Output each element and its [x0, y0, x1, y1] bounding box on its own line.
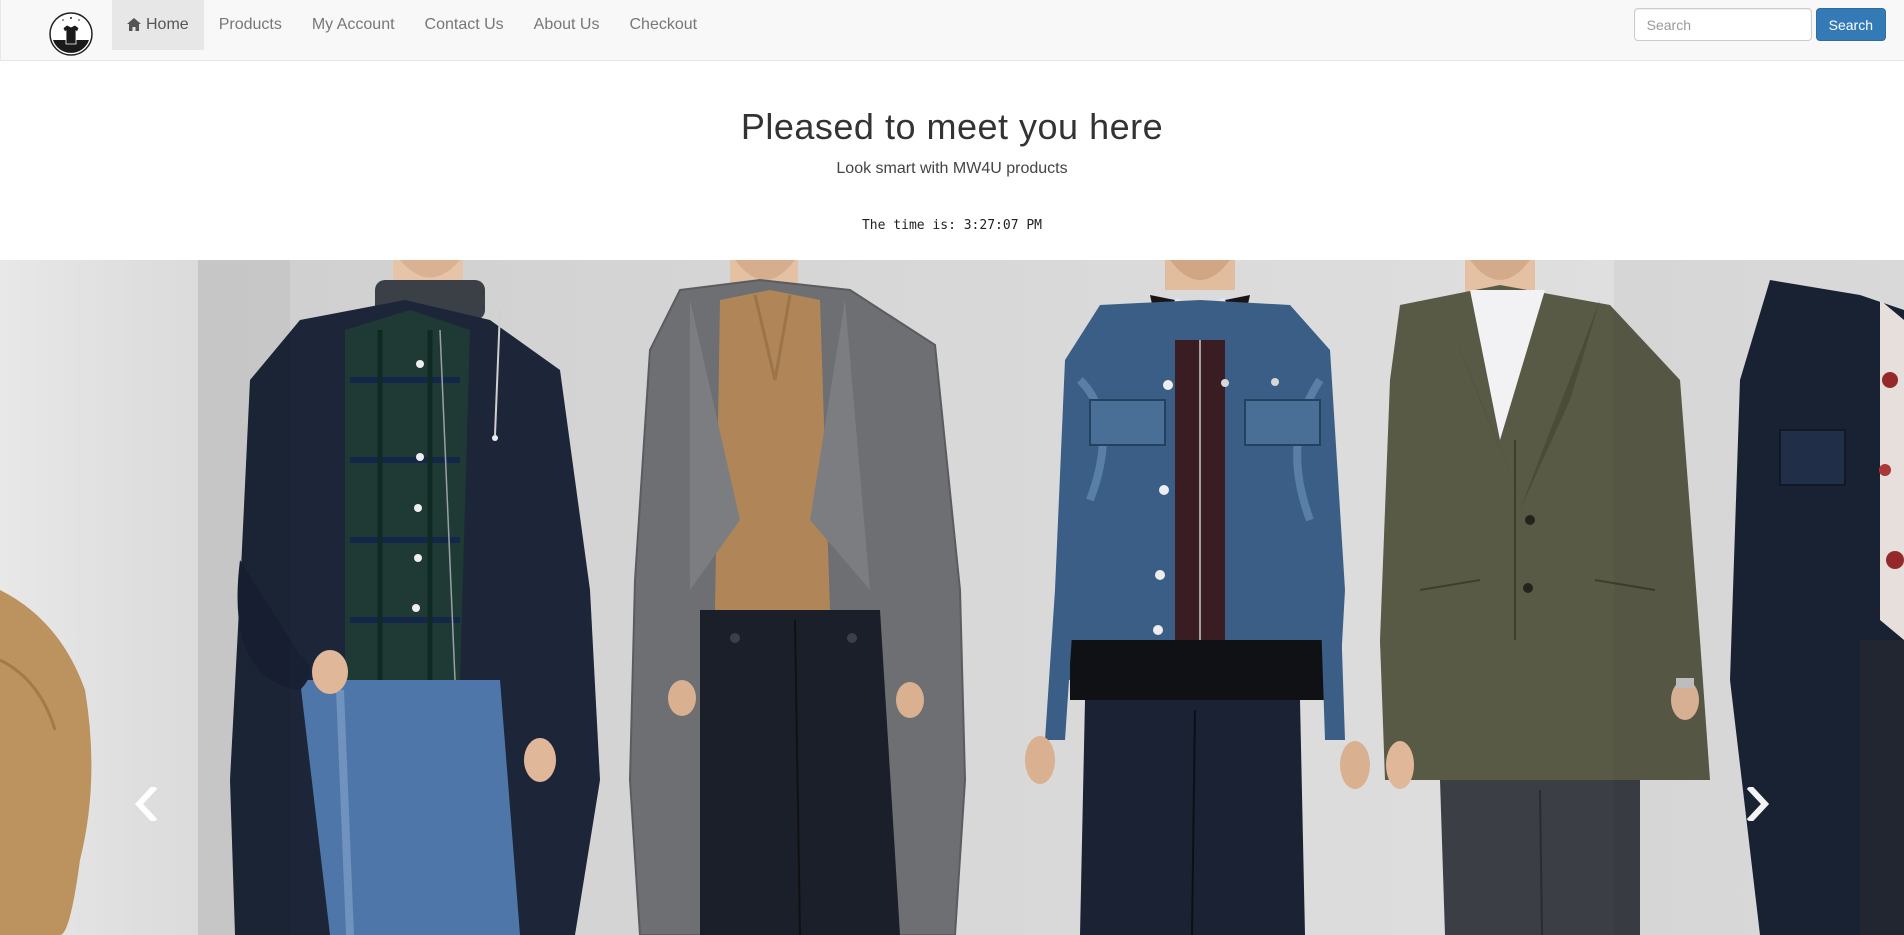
- nav-home-label: Home: [146, 16, 189, 33]
- nav-products[interactable]: Products: [204, 0, 297, 50]
- main-nav: Home Products My Account Contact Us Abou…: [112, 0, 712, 50]
- search-button[interactable]: Search: [1815, 8, 1886, 41]
- nav-my-account-label: My Account: [311, 16, 395, 33]
- clock-text: The time is: 3:27:07 PM: [861, 218, 1042, 233]
- nav-checkout[interactable]: Checkout: [614, 0, 712, 50]
- nav-checkout-label: Checkout: [629, 16, 698, 33]
- nav-products-label: Products: [218, 16, 282, 33]
- home-icon: [127, 17, 141, 31]
- brand-logo[interactable]: [49, 12, 93, 56]
- nav-my-account[interactable]: My Account: [297, 0, 410, 50]
- top-navbar: Home Products My Account Contact Us Abou…: [0, 0, 1904, 61]
- nav-contact-us-label: Contact Us: [424, 16, 504, 33]
- nav-about-us-label: About Us: [533, 16, 600, 33]
- search-input[interactable]: [1633, 8, 1812, 41]
- nav-about-us[interactable]: About Us: [519, 0, 615, 50]
- carousel-next-button[interactable]: [1614, 260, 1904, 935]
- page-subtitle: Look smart with MW4U products: [836, 160, 1068, 177]
- shirt-logo-icon: [49, 12, 93, 56]
- chevron-left-icon: [134, 787, 158, 821]
- search-form: Search: [1633, 8, 1886, 41]
- hero-carousel[interactable]: [0, 260, 1904, 935]
- chevron-right-icon: [1746, 787, 1770, 821]
- nav-home[interactable]: Home: [112, 0, 204, 50]
- nav-contact-us[interactable]: Contact Us: [410, 0, 519, 50]
- page-title: Pleased to meet you here: [740, 106, 1164, 147]
- carousel-prev-button[interactable]: [0, 260, 290, 935]
